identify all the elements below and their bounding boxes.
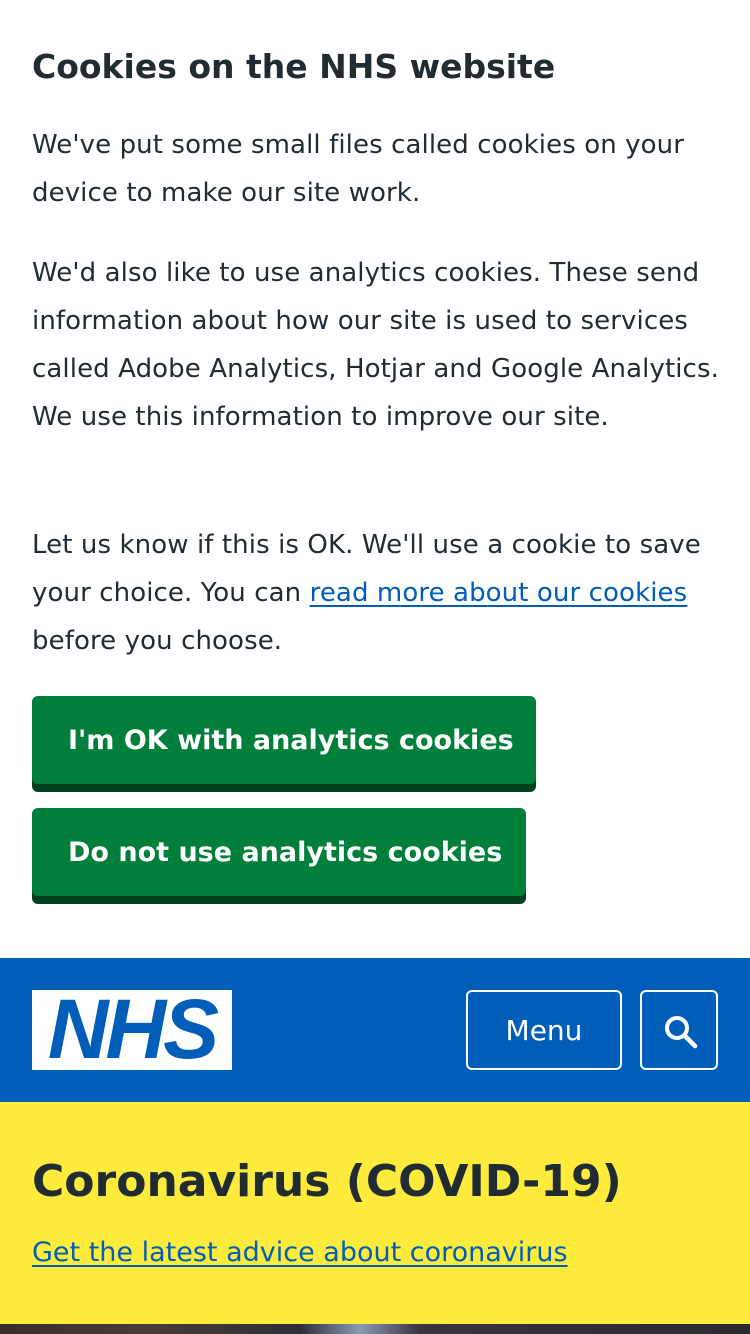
nhs-logo-text: NHS xyxy=(48,990,219,1070)
search-icon xyxy=(665,1016,698,1049)
menu-button[interactable]: Menu xyxy=(466,990,622,1070)
hero-image-edge xyxy=(0,1324,750,1334)
reject-analytics-cookies-button[interactable]: Do not use analytics cookies xyxy=(32,808,526,896)
coronavirus-advice-link[interactable]: Get the latest advice about coronavirus xyxy=(32,1232,568,1274)
read-more-cookies-link[interactable]: read more about our cookies xyxy=(310,578,688,608)
cookie-choice-text: Let us know if this is OK. We'll use a c… xyxy=(32,521,722,665)
accept-analytics-cookies-button[interactable]: I'm OK with analytics cookies xyxy=(32,696,536,784)
cookie-choice-text-end: before you choose. xyxy=(32,626,283,656)
cookie-analytics-text: We'd also like to use analytics cookies.… xyxy=(32,258,719,432)
nhs-logo[interactable]: NHS xyxy=(32,982,232,1076)
cookie-banner-title: Cookies on the NHS website xyxy=(32,47,556,86)
cookie-banner: Cookies on the NHS website We've put som… xyxy=(0,0,750,958)
search-button[interactable] xyxy=(640,990,718,1070)
site-header: NHS Menu xyxy=(0,958,750,1102)
cookie-intro-text: We've put some small files called cookie… xyxy=(32,130,685,208)
nhs-logo-mark: NHS xyxy=(32,982,232,1076)
coronavirus-alert-title: Coronavirus (COVID-19) xyxy=(32,1156,622,1207)
coronavirus-alert-banner: Coronavirus (COVID-19) Get the latest ad… xyxy=(0,1102,750,1324)
